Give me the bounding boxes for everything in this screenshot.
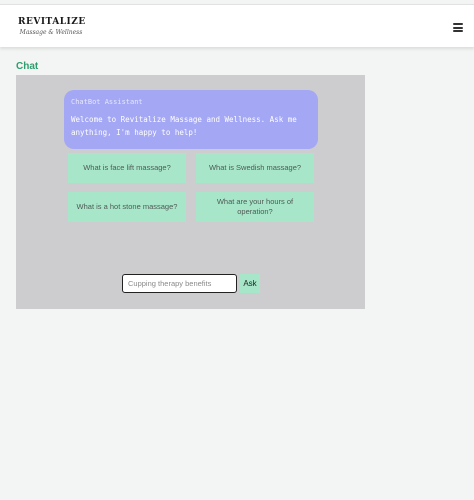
- suggestion-button-hot-stone[interactable]: What is a hot stone massage?: [68, 192, 186, 222]
- chat-input[interactable]: [122, 274, 237, 293]
- top-navbar: REVITALIZE Massage & Wellness: [0, 4, 474, 47]
- ask-button[interactable]: Ask: [240, 274, 260, 293]
- suggestion-button-swedish[interactable]: What is Swedish massage?: [196, 153, 314, 183]
- page-title: Chat: [16, 61, 39, 72]
- logo-tagline: Massage & Wellness: [19, 29, 83, 36]
- logo-title: REVITALIZE: [18, 17, 86, 27]
- hamburger-menu-icon[interactable]: [453, 23, 463, 32]
- message-text: Welcome to Revitalize Massage and Wellne…: [71, 115, 297, 137]
- chat-panel: ChatBot Assistant Welcome to Revitalize …: [16, 75, 365, 309]
- bot-message-bubble: ChatBot Assistant Welcome to Revitalize …: [64, 90, 318, 149]
- suggestion-button-hours[interactable]: What are your hours of operation?: [196, 192, 314, 222]
- brand-logo[interactable]: REVITALIZE Massage & Wellness: [18, 17, 86, 45]
- suggestion-button-face-lift[interactable]: What is face lift massage?: [68, 153, 186, 183]
- message-sender: ChatBot Assistant: [71, 98, 143, 106]
